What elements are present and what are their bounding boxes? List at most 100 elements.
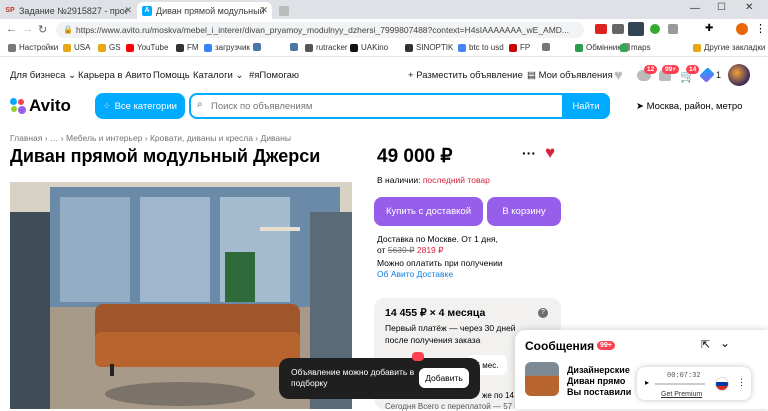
- all-categories-button[interactable]: ⁘ Все категории: [95, 93, 185, 119]
- forward-icon[interactable]: →: [22, 23, 33, 35]
- bookmark-ext[interactable]: [542, 43, 553, 51]
- tab-task[interactable]: SP Задание №2915827 - просмотр з ✕: [0, 2, 136, 19]
- bookmark-btc[interactable]: btc to usd: [458, 43, 504, 52]
- puzzle-icon[interactable]: ✚: [705, 23, 713, 34]
- more-options-icon[interactable]: ···: [522, 145, 536, 161]
- back-icon[interactable]: ←: [6, 23, 17, 35]
- post-ad-link[interactable]: + Разместить объявление: [408, 70, 523, 81]
- notifications-badge: 99+: [662, 65, 680, 74]
- folder-icon: [98, 43, 106, 52]
- player-progress[interactable]: [655, 383, 705, 385]
- bookmark-uakino[interactable]: UAKino: [350, 43, 388, 52]
- chat-thumbnail[interactable]: [525, 362, 559, 396]
- gear-icon: [8, 43, 16, 52]
- reload-icon[interactable]: ↻: [38, 23, 47, 36]
- chat-line[interactable]: Вы поставили: [567, 387, 631, 397]
- bookmark-settings[interactable]: Настройки: [8, 43, 58, 52]
- folder-icon: [693, 43, 701, 52]
- messages-title: Сообщения: [525, 339, 595, 353]
- logo-text: Avito: [29, 96, 71, 115]
- lock-icon: 🔒: [63, 25, 73, 34]
- extension-icon[interactable]: [612, 24, 624, 34]
- business-link[interactable]: Для бизнеса ⌄: [10, 70, 76, 81]
- download-icon: [204, 43, 212, 52]
- add-to-cart-button[interactable]: В корзину: [487, 197, 561, 226]
- buy-with-delivery-button[interactable]: Купить с доставкой: [374, 197, 483, 226]
- wallet-icon[interactable]: [699, 67, 715, 83]
- menu-icon[interactable]: ⋮: [755, 22, 766, 35]
- sp-favicon-icon: SP: [5, 7, 15, 14]
- catalogs-link[interactable]: Каталоги ⌄: [193, 70, 243, 81]
- vpn-player-widget: 00:07:32 ▸ ⋮ Get Premium: [637, 367, 751, 400]
- tab-other[interactable]: [274, 2, 304, 19]
- ltc-icon[interactable]: [628, 22, 644, 36]
- info-icon[interactable]: ?: [538, 308, 548, 318]
- bookmark-gs[interactable]: GS: [98, 43, 121, 52]
- bookmark-rutracker[interactable]: rutracker: [305, 43, 348, 52]
- avito-top-links: Для бизнеса ⌄ Карьера в Авито Помощь Кат…: [0, 64, 768, 88]
- get-premium-link[interactable]: Get Premium: [661, 391, 702, 398]
- region-label: Москва, район, метро: [646, 101, 743, 112]
- url-bar[interactable]: 🔒 https://www.avito.ru/moskva/mebel_i_in…: [56, 22, 584, 38]
- bookmark-sinoptik[interactable]: SINOPTIK: [405, 43, 453, 52]
- installment-title: 14 455 ₽ × 4 месяца: [385, 307, 486, 319]
- chat-line[interactable]: Диван прямо: [567, 376, 625, 386]
- stock-value: последний товар: [422, 175, 490, 185]
- play-icon[interactable]: ▸: [645, 378, 649, 387]
- extension-icon[interactable]: [650, 24, 660, 34]
- bookmark-youtube[interactable]: YouTube: [126, 43, 168, 52]
- browser-tab-strip: SP Задание №2915827 - просмотр з ✕ A Див…: [0, 0, 768, 19]
- pay-on-receipt: Можно оплатить при получении: [377, 258, 503, 268]
- open-external-icon[interactable]: ⇱: [701, 338, 710, 351]
- installment-text: после получения заказа: [385, 335, 481, 345]
- bookmark-vk[interactable]: [253, 43, 264, 51]
- favorites-icon[interactable]: ♥: [614, 67, 623, 84]
- player-menu-icon[interactable]: ⋮: [737, 377, 746, 388]
- career-link[interactable]: Карьера в Авито: [78, 70, 151, 81]
- discount-badge: [412, 352, 424, 361]
- price: 49 000 ₽: [377, 146, 453, 167]
- chat-line[interactable]: Дизайнерские: [567, 365, 630, 375]
- window-close-icon[interactable]: ✕: [745, 2, 753, 13]
- address-row: ← → ↻ 🔒 https://www.avito.ru/moskva/mebe…: [0, 19, 768, 41]
- favorite-heart-icon[interactable]: ♥: [545, 143, 555, 163]
- wallet-count: 1: [716, 70, 722, 80]
- uakino-icon: [350, 43, 358, 52]
- page-title: Диван прямой модульный Джерси: [10, 146, 321, 166]
- bookmark-vk2[interactable]: [290, 43, 301, 51]
- about-delivery-link[interactable]: Об Авито Доставке: [377, 269, 453, 279]
- flag-icon[interactable]: [715, 377, 729, 391]
- search-input[interactable]: [211, 99, 551, 114]
- avito-logo[interactable]: Avito: [10, 96, 71, 116]
- help-link[interactable]: Помощь: [153, 70, 190, 81]
- minimize-icon[interactable]: —: [690, 3, 700, 14]
- help-tag-link[interactable]: #яПомогаю: [249, 70, 299, 81]
- tab-avito[interactable]: A Диван прямой модульный Джерси ✕: [137, 2, 272, 19]
- region-selector[interactable]: ➤ Москва, район, метро: [636, 101, 742, 112]
- extension-icon[interactable]: [668, 24, 678, 34]
- maximize-icon[interactable]: ☐: [717, 2, 726, 13]
- close-icon[interactable]: ✕: [260, 5, 268, 16]
- close-icon[interactable]: ✕: [124, 5, 132, 16]
- collapse-chevron-icon[interactable]: ⌄: [720, 336, 730, 350]
- vk-icon: [253, 43, 261, 51]
- cart-badge: 14: [686, 65, 700, 74]
- extension-icon[interactable]: [595, 24, 607, 34]
- add-button[interactable]: Добавить: [419, 368, 469, 388]
- youtube-icon: [126, 43, 134, 52]
- bookmark-exchange[interactable]: Обмінник: [575, 43, 621, 52]
- my-ads-link[interactable]: ▤ Мои объявления: [527, 70, 613, 81]
- delivery-line: Доставка по Москве. От 1 дня,: [377, 234, 498, 244]
- add-to-collection-toast: Объявление можно добавить в подборку Доб…: [279, 358, 480, 399]
- avatar[interactable]: [728, 64, 750, 86]
- bookmark-usa[interactable]: USA: [63, 43, 90, 52]
- breadcrumb[interactable]: Главная › … › Мебель и интерьер › Кроват…: [10, 133, 291, 143]
- bookmark-fm[interactable]: FM: [176, 43, 199, 52]
- search-button[interactable]: Найти: [562, 93, 610, 119]
- bookmark-fp[interactable]: FP: [509, 43, 530, 52]
- profile-icon[interactable]: [736, 23, 748, 35]
- bookmark-maps[interactable]: maps: [620, 43, 651, 52]
- categories-label: Все категории: [114, 100, 177, 112]
- bookmark-other[interactable]: Другие закладки: [693, 43, 765, 52]
- bookmark-downloader[interactable]: загрузчик: [204, 43, 250, 52]
